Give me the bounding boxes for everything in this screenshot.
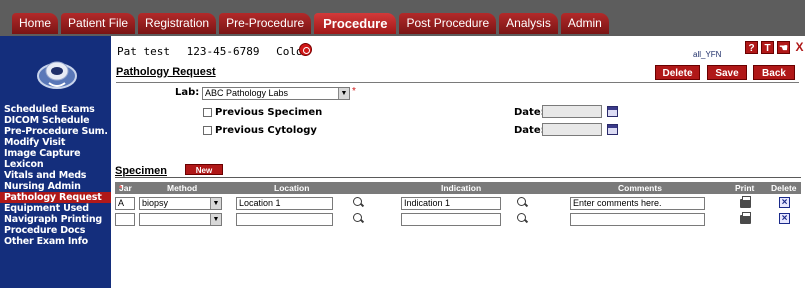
sidebar-item-image-capture[interactable]: Image Capture bbox=[0, 148, 111, 159]
sidebar-item-pathology-request[interactable]: Pathology Request bbox=[0, 192, 111, 203]
sidebar: Scheduled Exams DICOM Schedule Pre-Proce… bbox=[0, 36, 111, 288]
column-print: Print bbox=[735, 183, 755, 193]
close-button[interactable]: X bbox=[793, 41, 805, 54]
chevron-down-icon[interactable]: ▼ bbox=[210, 214, 221, 225]
sidebar-item-lexicon[interactable]: Lexicon bbox=[0, 159, 111, 170]
tab-pre-procedure[interactable]: Pre-Procedure bbox=[219, 13, 312, 34]
patient-name: Pat test bbox=[117, 45, 170, 58]
calendar-icon[interactable] bbox=[607, 124, 618, 135]
user-label: all_YFN bbox=[693, 50, 722, 59]
sidebar-item-pre-procedure-sum[interactable]: Pre-Procedure Sum. bbox=[0, 126, 111, 137]
column-delete: Delete bbox=[771, 183, 797, 193]
sidebar-item-equipment-used[interactable]: Equipment Used bbox=[0, 203, 111, 214]
new-specimen-button[interactable]: New bbox=[185, 164, 223, 175]
previous-cytology-checkbox[interactable] bbox=[203, 126, 212, 135]
nav-tabs: Home Patient File Registration Pre-Proce… bbox=[12, 13, 612, 34]
jar-field[interactable] bbox=[115, 213, 135, 226]
chevron-down-icon[interactable]: ▼ bbox=[338, 88, 349, 99]
required-mark: * bbox=[352, 86, 356, 97]
main-content: Pat test 123-45-6789 Colon all_YFN ? T ☚… bbox=[111, 36, 805, 288]
calendar-icon[interactable] bbox=[607, 106, 618, 117]
sidebar-menu: Scheduled Exams DICOM Schedule Pre-Proce… bbox=[0, 104, 111, 247]
sidebar-item-vitals-and-meds[interactable]: Vitals and Meds bbox=[0, 170, 111, 181]
pin-button[interactable]: ☚ bbox=[777, 41, 790, 54]
tab-procedure[interactable]: Procedure bbox=[314, 13, 397, 34]
jar-field[interactable]: A bbox=[115, 197, 135, 210]
tab-patient-file[interactable]: Patient File bbox=[61, 13, 136, 34]
method-select[interactable]: biopsy ▼ bbox=[139, 197, 222, 210]
column-method: Method bbox=[167, 183, 198, 193]
location-search-icon[interactable] bbox=[353, 213, 364, 224]
previous-specimen-date-field[interactable] bbox=[542, 105, 602, 118]
header-divider bbox=[116, 82, 799, 83]
sidebar-item-modify-visit[interactable]: Modify Visit bbox=[0, 137, 111, 148]
app-logo-icon bbox=[37, 61, 77, 89]
lab-label: Lab: bbox=[175, 87, 200, 98]
comments-field[interactable] bbox=[570, 213, 705, 226]
delete-row-icon[interactable]: × bbox=[779, 213, 790, 224]
specimen-title: Specimen bbox=[115, 165, 167, 177]
sidebar-item-navigraph-printing[interactable]: Navigraph Printing bbox=[0, 214, 111, 225]
indication-field[interactable]: Indication 1 bbox=[401, 197, 501, 210]
lab-select[interactable]: ABC Pathology Labs ▼ bbox=[202, 87, 350, 100]
tab-registration[interactable]: Registration bbox=[138, 13, 217, 34]
method-select[interactable]: ▼ bbox=[139, 213, 222, 226]
column-comments: Comments bbox=[618, 183, 662, 193]
tab-post-procedure[interactable]: Post Procedure bbox=[399, 13, 497, 34]
location-field[interactable]: Location 1 bbox=[236, 197, 333, 210]
location-search-icon[interactable] bbox=[353, 197, 364, 208]
previous-cytology-label: Previous Cytology bbox=[215, 125, 317, 136]
comments-field[interactable]: Enter comments here. bbox=[570, 197, 705, 210]
sidebar-item-other-exam-info[interactable]: Other Exam Info bbox=[0, 236, 111, 247]
indication-search-icon[interactable] bbox=[517, 213, 528, 224]
tab-home[interactable]: Home bbox=[12, 13, 59, 34]
printer-icon[interactable] bbox=[740, 212, 751, 224]
back-button[interactable]: Back bbox=[753, 65, 795, 80]
tab-analysis[interactable]: Analysis bbox=[499, 13, 558, 34]
specimen-table-header: Jar * Method Location Indication Comments… bbox=[115, 182, 801, 194]
previous-cytology-date-label: Date: bbox=[514, 125, 545, 136]
previous-specimen-label: Previous Specimen bbox=[215, 107, 323, 118]
patient-status-icon[interactable] bbox=[299, 43, 312, 56]
previous-specimen-checkbox[interactable] bbox=[203, 108, 212, 117]
delete-row-icon[interactable]: × bbox=[779, 197, 790, 208]
patient-bar: Pat test 123-45-6789 Colon all_YFN ? T ☚… bbox=[111, 36, 805, 60]
top-nav-bar: Home Patient File Registration Pre-Proce… bbox=[0, 0, 805, 36]
specimen-divider bbox=[115, 177, 801, 178]
lab-select-value: ABC Pathology Labs bbox=[205, 88, 289, 98]
location-field[interactable] bbox=[236, 213, 333, 226]
delete-button[interactable]: Delete bbox=[655, 65, 700, 80]
t-button[interactable]: T bbox=[761, 41, 774, 54]
previous-cytology-date-field[interactable] bbox=[542, 123, 602, 136]
column-jar: Jar * bbox=[119, 183, 132, 193]
printer-icon[interactable] bbox=[740, 196, 751, 208]
previous-specimen-date-label: Date: bbox=[514, 107, 545, 118]
indication-field[interactable] bbox=[401, 213, 501, 226]
indication-search-icon[interactable] bbox=[517, 197, 528, 208]
tab-admin[interactable]: Admin bbox=[560, 13, 609, 34]
chevron-down-icon[interactable]: ▼ bbox=[210, 198, 221, 209]
patient-id: 123-45-6789 bbox=[186, 45, 260, 58]
sidebar-item-nursing-admin[interactable]: Nursing Admin bbox=[0, 181, 111, 192]
patient-info: Pat test 123-45-6789 Colon bbox=[117, 45, 319, 58]
page-title: Pathology Request bbox=[116, 66, 216, 78]
save-button[interactable]: Save bbox=[707, 65, 747, 80]
column-indication: Indication bbox=[441, 183, 482, 193]
column-location: Location bbox=[274, 183, 310, 193]
sidebar-item-dicom-schedule[interactable]: DICOM Schedule bbox=[0, 115, 111, 126]
sidebar-item-procedure-docs[interactable]: Procedure Docs bbox=[0, 225, 111, 236]
method-select-value: biopsy bbox=[142, 198, 169, 208]
sidebar-item-scheduled-exams[interactable]: Scheduled Exams bbox=[0, 104, 111, 115]
help-button[interactable]: ? bbox=[745, 41, 758, 54]
